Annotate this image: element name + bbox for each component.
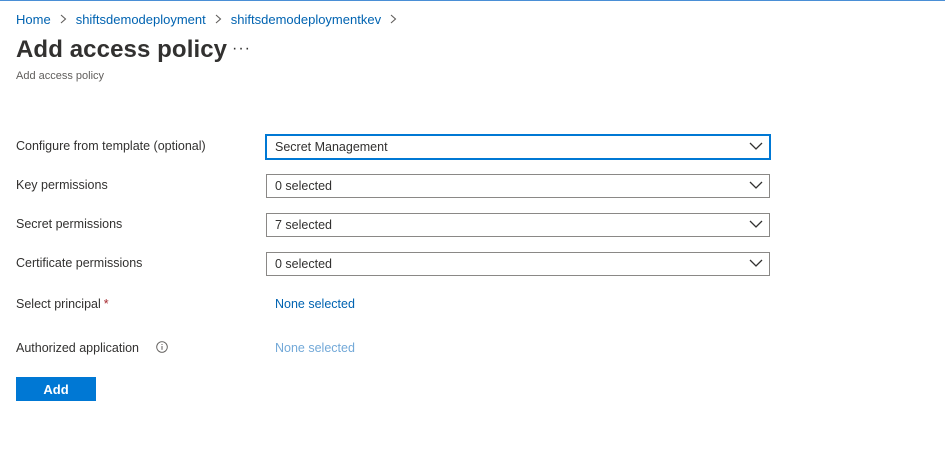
page-title: Add access policy [16,36,228,63]
required-marker: * [103,297,109,311]
principal-row: Select principal * None selected [16,293,776,317]
template-label: Configure from template (optional) [16,139,206,153]
chevron-down-icon [749,220,763,228]
secret-permissions-label: Secret permissions [16,217,123,231]
secret-permissions-row: Secret permissions 7 selected [16,213,776,237]
certificate-permissions-dropdown[interactable]: 0 selected [266,252,770,276]
chevron-right-icon [215,13,222,27]
chevron-right-icon [60,13,67,27]
more-options-button[interactable]: ··· [232,40,251,58]
authorized-app-row: Authorized application None selected [16,337,776,361]
principal-label: Select principal * [16,297,109,311]
select-principal-link[interactable]: None selected [275,297,355,311]
key-permissions-dropdown[interactable]: 0 selected [266,174,770,198]
key-permissions-row: Key permissions 0 selected [16,174,776,198]
certificate-permissions-value: 0 selected [275,257,332,271]
breadcrumb-keyvault[interactable]: shiftsdemodeploymentkev [231,12,381,27]
key-permissions-label: Key permissions [16,178,108,192]
authorized-app-link: None selected [275,341,355,355]
template-dropdown[interactable]: Secret Management [265,134,771,160]
chevron-down-icon [749,142,763,150]
info-icon[interactable] [156,341,168,353]
template-value: Secret Management [275,140,388,154]
page-subtitle: Add access policy [16,70,105,82]
breadcrumb: Home shiftsdemodeployment shiftsdemodepl… [16,12,406,27]
principal-label-text: Select principal [16,297,101,311]
template-row: Configure from template (optional) Secre… [16,134,776,160]
top-accent-line [0,0,945,1]
key-permissions-value: 0 selected [275,179,332,193]
certificate-permissions-row: Certificate permissions 0 selected [16,252,776,276]
authorized-app-label: Authorized application [16,341,139,355]
add-button[interactable]: Add [16,377,96,401]
secret-permissions-dropdown[interactable]: 7 selected [266,213,770,237]
certificate-permissions-label: Certificate permissions [16,256,143,270]
chevron-right-icon [390,13,397,27]
chevron-down-icon [749,259,763,267]
breadcrumb-deployment[interactable]: shiftsdemodeployment [76,12,206,27]
chevron-down-icon [749,181,763,189]
secret-permissions-value: 7 selected [275,218,332,232]
breadcrumb-home[interactable]: Home [16,12,51,27]
